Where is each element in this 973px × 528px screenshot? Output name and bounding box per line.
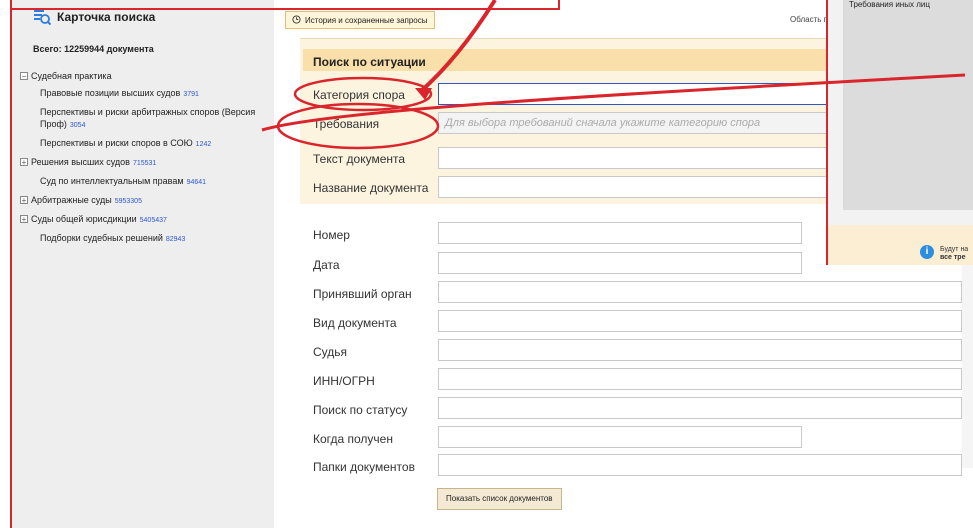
dispute-category-input[interactable]: [438, 83, 830, 105]
tree-item-count: 5953305: [114, 198, 142, 205]
number-input[interactable]: [438, 222, 802, 244]
folders-input[interactable]: [438, 454, 962, 476]
date-input[interactable]: [438, 252, 802, 274]
requirements-popup: [826, 0, 973, 265]
tree-item-label: Решения высших судов: [31, 157, 130, 167]
number-label: Номер: [313, 228, 350, 242]
doc-type-input[interactable]: [438, 310, 962, 332]
tree-item[interactable]: Перспективы и риски споров в СОЮ 1242: [20, 137, 270, 151]
tree-item-label: Суд по интеллектуальным правам: [40, 176, 184, 186]
show-documents-button[interactable]: Показать список документов: [437, 488, 562, 510]
tree-item[interactable]: + Арбитражные суды 5953305: [20, 194, 270, 208]
date-label: Дата: [313, 258, 340, 272]
authority-input[interactable]: [438, 281, 962, 303]
search-card-title-text: Карточка поиска: [57, 10, 156, 24]
received-input[interactable]: [438, 426, 802, 448]
tree-item-count: 82943: [165, 236, 186, 243]
search-area-label: Область п: [790, 15, 828, 24]
tree-item[interactable]: − Судебная практика: [20, 70, 270, 82]
folders-label: Папки документов: [313, 460, 415, 474]
requirements-label: Требования: [313, 117, 380, 131]
tree-item-count: 94641: [186, 179, 207, 186]
document-name-input[interactable]: [438, 176, 830, 198]
info-icon: i: [920, 245, 934, 259]
tree-item-count: 3791: [183, 91, 199, 98]
tree-item[interactable]: Подборки судебных решений 82943: [20, 232, 270, 246]
expand-icon[interactable]: +: [20, 196, 28, 205]
tree-item-label: Правовые позиции высших судов: [40, 88, 181, 98]
expand-icon[interactable]: +: [20, 215, 28, 224]
requirements-list: [843, 0, 973, 210]
search-card-icon: [33, 8, 52, 26]
document-tree: − Судебная практика Правовые позиции высши…: [20, 70, 270, 251]
collapse-icon[interactable]: −: [20, 72, 28, 81]
tree-item[interactable]: + Решения высших судов 715531: [20, 156, 270, 170]
documents-total: Всего: 12259944 документа: [33, 44, 154, 54]
document-text-input[interactable]: [438, 147, 830, 169]
history-button-label: История и сохраненные запросы: [305, 15, 428, 25]
status-input[interactable]: [438, 397, 962, 419]
inn-label: ИНН/ОГРН: [313, 374, 375, 388]
clock-icon: [292, 14, 301, 26]
requirements-popup-note-line1: Будут на: [940, 246, 969, 253]
status-label: Поиск по статусу: [313, 403, 408, 417]
tree-item-count: 5405437: [139, 217, 167, 224]
tree-item-count: 3054: [69, 122, 86, 129]
judge-label: Судья: [313, 345, 348, 359]
tree-item-label: Суды общей юрисдикции: [31, 214, 137, 224]
tree-item-label: Подборки судебных решений: [40, 233, 163, 243]
history-button[interactable]: История и сохраненные запросы: [285, 11, 435, 29]
tree-item-count: 1242: [195, 141, 212, 148]
tree-item-label: Перспективы и риски споров в СОЮ: [40, 138, 193, 148]
requirements-popup-note-line2: все тре: [940, 254, 966, 261]
requirements-input[interactable]: Для выбора требований сначала укажите ка…: [438, 112, 830, 134]
annotation-frame-left: [10, 0, 12, 528]
dispute-category-label: Категория спора: [313, 88, 405, 102]
tree-item[interactable]: Суд по интеллектуальным правам 94641: [20, 175, 270, 189]
tree-item[interactable]: + Суды общей юрисдикции 5405437: [20, 213, 270, 227]
document-name-label: Название документа: [313, 181, 429, 195]
tree-item-label: Судебная практика: [31, 71, 112, 81]
authority-label: Принявший орган: [313, 287, 412, 301]
requirements-popup-note: Будут на все тре: [940, 246, 968, 262]
requirements-popup-heading: Требования иных лиц: [849, 0, 930, 9]
judge-input[interactable]: [438, 339, 962, 361]
tree-item-label: Арбитражные суды: [31, 195, 112, 205]
inn-input[interactable]: [438, 368, 962, 390]
tree-item[interactable]: Правовые позиции высших судов 3791: [20, 87, 270, 101]
expand-icon[interactable]: +: [20, 158, 28, 167]
received-label: Когда получен: [313, 432, 393, 446]
situation-title: Поиск по ситуации: [313, 55, 426, 69]
doc-type-label: Вид документа: [313, 316, 397, 330]
tree-item[interactable]: Перспективы и риски арбитражных споров (…: [20, 106, 270, 132]
search-card-title: Карточка поиска: [33, 8, 155, 26]
document-text-label: Текст документа: [313, 152, 406, 166]
tree-item-count: 715531: [132, 160, 157, 167]
